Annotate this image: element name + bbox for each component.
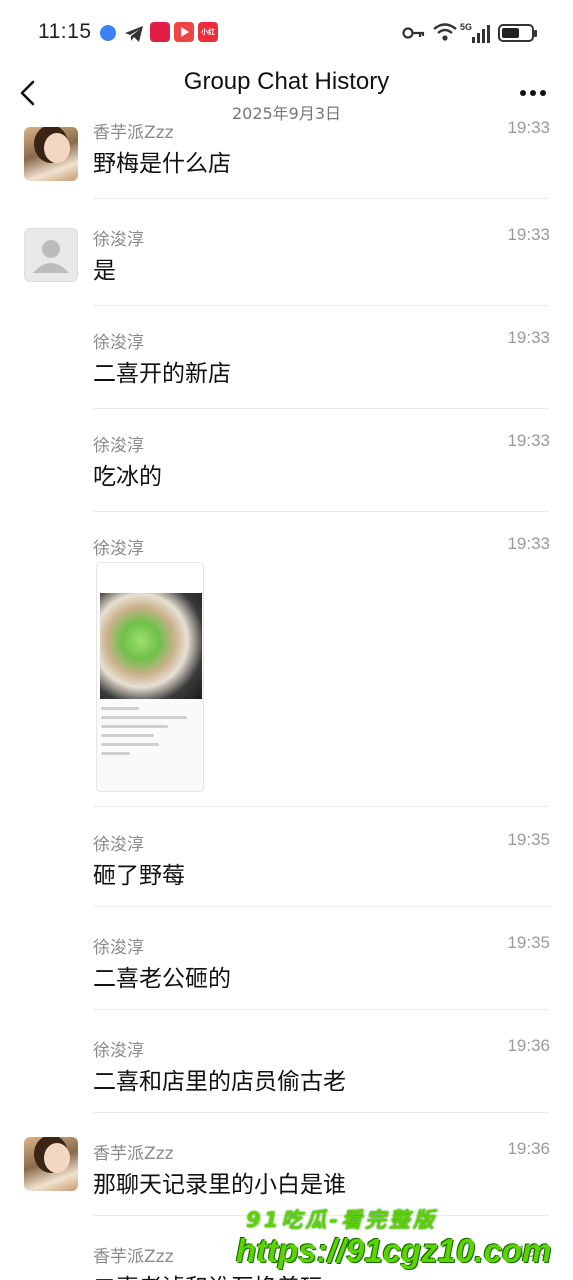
message-text[interactable]: 二喜开的新店	[93, 354, 231, 388]
message-time: 19:33	[507, 534, 550, 553]
divider	[93, 305, 550, 306]
sender-name: 徐浚淳	[93, 1041, 144, 1061]
xiaohongshu-icon: 小红书	[198, 22, 218, 56]
sender-name: 徐浚淳	[93, 333, 144, 353]
message-list[interactable]: 香芋派Zzz 19:33 野梅是什么店 徐浚淳 19:33 是 徐浚淳 19:3…	[0, 118, 573, 1280]
divider	[93, 1112, 550, 1113]
battery-level	[502, 28, 519, 38]
signal-icon: 5G	[460, 22, 490, 43]
message-time: 19:35	[507, 933, 550, 952]
battery-icon	[498, 24, 537, 42]
divider	[93, 511, 550, 512]
message-time: 19:36	[507, 1036, 550, 1055]
message-text[interactable]: 那聊天记录里的小白是谁	[93, 1165, 346, 1199]
divider	[93, 1009, 550, 1010]
message-time: 19:35	[507, 830, 550, 849]
message-time: 19:33	[507, 118, 550, 137]
image-thumbnail[interactable]	[96, 562, 204, 792]
divider	[93, 198, 550, 199]
message-time: 19:33	[507, 328, 550, 347]
page-title: Group Chat History	[183, 68, 390, 95]
app-icon-red	[150, 22, 170, 42]
divider	[93, 806, 550, 807]
message-item: 徐浚淳 19:33	[0, 522, 573, 821]
sender-name: 徐浚淳	[93, 539, 144, 559]
wifi-icon	[433, 23, 457, 41]
avatar[interactable]	[24, 228, 78, 282]
message-time: 19:33	[507, 225, 550, 244]
message-item: 徐浚淳 19:33 吃冰的	[0, 419, 573, 522]
status-time: 11:15	[38, 20, 92, 43]
default-avatar-icon	[33, 240, 69, 273]
message-item: 徐浚淳 19:33 是	[0, 213, 573, 316]
thumbnail-text-lines	[101, 707, 197, 761]
message-item: 徐浚淳 19:35 砸了野莓	[0, 818, 573, 921]
key-icon	[402, 27, 425, 39]
message-text[interactable]: 吃冰的	[93, 457, 162, 491]
app-icon-blue-circle	[100, 25, 116, 41]
sender-name: 徐浚淳	[93, 938, 144, 958]
message-time: 19:36	[507, 1139, 550, 1158]
video-app-icon	[174, 22, 194, 42]
avatar[interactable]	[24, 1137, 78, 1191]
sender-name: 香芋派Zzz	[93, 123, 174, 143]
message-time: 19:33	[507, 431, 550, 450]
divider	[93, 408, 550, 409]
watermark-caption: 91吃瓜-看完整版	[246, 1208, 437, 1232]
message-item: 徐浚淳 19:36 二喜和店里的店员偷古老	[0, 1024, 573, 1127]
message-item: 徐浚淳 19:35 二喜老公砸的	[0, 921, 573, 1024]
sender-name: 香芋派Zzz	[93, 1247, 174, 1267]
thumbnail-photo	[100, 593, 202, 699]
divider	[93, 906, 550, 907]
message-item: 徐浚淳 19:33 二喜开的新店	[0, 316, 573, 419]
sender-name: 徐浚淳	[93, 230, 144, 250]
sender-name: 香芋派Zzz	[93, 1144, 174, 1164]
message-text[interactable]: 野梅是什么店	[93, 144, 231, 178]
avatar[interactable]	[24, 127, 78, 181]
message-text[interactable]: 是	[93, 251, 116, 285]
message-item: 香芋派Zzz 19:33 野梅是什么店	[0, 118, 573, 200]
more-options-icon[interactable]	[516, 88, 550, 98]
telegram-icon	[125, 26, 143, 42]
sender-name: 徐浚淳	[93, 835, 144, 855]
message-text[interactable]: 二喜老公砸的	[93, 959, 231, 993]
sender-name: 徐浚淳	[93, 436, 144, 456]
thumbnail-header	[97, 563, 203, 593]
network-label: 5G	[460, 22, 472, 32]
message-text[interactable]: 二喜和店里的店员偷古老	[93, 1062, 346, 1096]
watermark-url: https://91cgz10.com	[236, 1232, 552, 1269]
status-bar: 11:15 小红书 5G	[0, 0, 573, 62]
message-text[interactable]: 砸了野莓	[93, 856, 185, 890]
